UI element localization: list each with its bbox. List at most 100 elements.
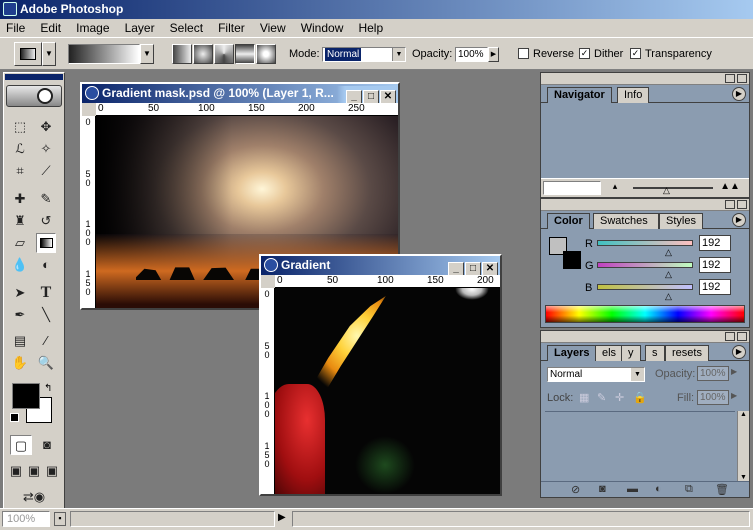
layer-opacity-input[interactable]: 100% — [697, 366, 729, 381]
reverse-checkbox[interactable] — [518, 48, 529, 59]
navigator-zoom-slider[interactable] — [633, 187, 713, 189]
panel-menu-button[interactable]: ▶ — [732, 87, 746, 101]
tool-preset-dropdown[interactable]: ▼ — [42, 42, 56, 66]
diamond-gradient-button[interactable] — [256, 44, 276, 64]
marquee-tool-icon[interactable]: ⬚ — [10, 117, 30, 137]
minimize-button[interactable]: _ — [448, 262, 464, 275]
color-panel-background-swatch[interactable] — [563, 251, 581, 269]
channel-b-thumb-icon[interactable]: △ — [665, 292, 672, 301]
adjustment-layer-icon[interactable]: ◐ — [655, 483, 662, 495]
mode-select[interactable]: Normal ▼ — [322, 47, 406, 62]
toolbox-title-bar[interactable] — [5, 74, 63, 80]
full-screen-menu-mode-icon[interactable]: ▣ — [26, 461, 42, 481]
channel-r-thumb-icon[interactable]: △ — [665, 248, 672, 257]
panel-minimize-button[interactable] — [725, 332, 735, 341]
panel-close-button[interactable] — [737, 332, 747, 341]
blend-mode-select[interactable]: Normal ▼ — [547, 367, 645, 382]
opacity-input[interactable]: 100% — [455, 47, 488, 62]
layers-scrollbar[interactable]: ▲ ▼ — [737, 411, 749, 481]
type-tool-icon[interactable]: T — [36, 283, 56, 303]
menu-view[interactable]: View — [254, 19, 292, 37]
tab-color[interactable]: Color — [547, 213, 590, 229]
tab-history[interactable]: s — [645, 345, 665, 361]
adobe-online-icon[interactable] — [6, 85, 62, 107]
minimize-button[interactable]: _ — [346, 90, 362, 103]
crop-tool-icon[interactable]: ⌗ — [10, 161, 30, 181]
panel-close-button[interactable] — [737, 200, 747, 209]
quick-mask-mode-icon[interactable]: ◙ — [36, 435, 58, 455]
zoom-out-icon[interactable]: ▴ — [605, 181, 625, 195]
tab-swatches[interactable]: Swatches — [593, 213, 659, 229]
jump-to-imageready-icon[interactable]: ⇄◉ — [10, 487, 58, 507]
tab-navigator[interactable]: Navigator — [547, 87, 612, 103]
opacity-arrow-icon[interactable]: ▶ — [731, 367, 737, 376]
panel-title-bar[interactable] — [541, 73, 749, 85]
dodge-tool-icon[interactable]: ◐ — [36, 255, 56, 275]
clone-stamp-tool-icon[interactable]: ♜ — [10, 211, 30, 231]
standard-mode-icon[interactable]: ▢ — [10, 435, 32, 455]
magic-wand-tool-icon[interactable]: ✧ — [36, 139, 56, 159]
opacity-slider-arrow[interactable]: ▶ — [488, 47, 499, 62]
transparency-checkbox[interactable]: ✓ — [630, 48, 641, 59]
document-title-bar[interactable]: Gradient mask.psd @ 100% (Layer 1, R... … — [82, 84, 398, 103]
menu-window[interactable]: Window — [295, 19, 350, 37]
maximize-button[interactable]: □ — [465, 262, 481, 275]
channel-r-slider[interactable] — [597, 240, 693, 246]
healing-brush-tool-icon[interactable]: ✚ — [10, 189, 30, 209]
tab-layers[interactable]: Layers — [547, 345, 597, 361]
tab-tool-presets[interactable]: resets — [665, 345, 709, 361]
default-colors-icon[interactable] — [10, 413, 19, 422]
brush-tool-icon[interactable]: ✎ — [36, 189, 56, 209]
move-tool-icon[interactable]: ✥ — [36, 117, 56, 137]
tab-channels[interactable]: els — [595, 345, 624, 361]
pen-tool-icon[interactable]: ✒ — [10, 305, 30, 325]
standard-screen-mode-icon[interactable]: ▣ — [8, 461, 24, 481]
document-window-gradient[interactable]: Gradient _ □ ✕ 0 50 100 150 200 0 5 0 1 0 … — [259, 254, 502, 496]
panel-minimize-button[interactable] — [725, 74, 735, 83]
status-icon[interactable]: ▪ — [54, 512, 66, 526]
trash-icon[interactable]: 🗑 — [715, 483, 729, 496]
foreground-color-swatch[interactable] — [12, 383, 40, 409]
panel-title-bar[interactable] — [541, 331, 749, 343]
close-button[interactable]: ✕ — [380, 90, 396, 103]
lock-all-icon[interactable]: 🔒 — [633, 391, 647, 404]
lock-transparent-icon[interactable]: ▦ — [579, 391, 589, 404]
panel-minimize-button[interactable] — [725, 200, 735, 209]
slider-thumb-icon[interactable]: △ — [663, 185, 670, 196]
fill-arrow-icon[interactable]: ▶ — [731, 391, 737, 400]
menu-image[interactable]: Image — [70, 19, 115, 37]
channel-g-input[interactable]: 192 — [699, 257, 731, 273]
document-title-bar[interactable]: Gradient _ □ ✕ — [261, 256, 500, 275]
reflected-gradient-button[interactable] — [235, 44, 255, 64]
menu-help[interactable]: Help — [352, 19, 389, 37]
tab-info[interactable]: Info — [617, 87, 650, 103]
channel-b-slider[interactable] — [597, 284, 693, 290]
lock-image-icon[interactable]: ✎ — [597, 391, 606, 404]
path-selection-tool-icon[interactable]: ➤ — [10, 283, 30, 303]
eyedropper-tool-icon[interactable]: ⁄ — [36, 331, 56, 351]
menu-layer[interactable]: Layer — [119, 19, 161, 37]
layer-style-icon[interactable]: ⊘ — [571, 483, 580, 496]
channel-r-input[interactable]: 192 — [699, 235, 731, 251]
swap-colors-icon[interactable]: ↰ — [44, 383, 52, 394]
channel-g-slider[interactable] — [597, 262, 693, 268]
notes-tool-icon[interactable]: ▤ — [10, 331, 30, 351]
history-brush-tool-icon[interactable]: ↺ — [36, 211, 56, 231]
new-layer-icon[interactable]: ⧉ — [685, 483, 693, 496]
tab-styles[interactable]: Styles — [659, 213, 703, 229]
gradient-tool-icon[interactable] — [36, 233, 56, 253]
slice-tool-icon[interactable]: ⟋ — [36, 161, 56, 181]
close-button[interactable]: ✕ — [482, 262, 498, 275]
panel-menu-button[interactable]: ▶ — [732, 213, 746, 227]
fill-input[interactable]: 100% — [697, 390, 729, 405]
layers-list[interactable] — [545, 411, 735, 481]
status-menu-arrow-icon[interactable]: ▶ — [278, 512, 286, 523]
radial-gradient-button[interactable] — [193, 44, 213, 64]
navigator-zoom-input[interactable] — [543, 181, 601, 195]
menu-select[interactable]: Select — [164, 19, 209, 37]
menu-filter[interactable]: Filter — [212, 19, 251, 37]
dither-checkbox[interactable]: ✓ — [579, 48, 590, 59]
panel-title-bar[interactable] — [541, 199, 749, 211]
add-mask-icon[interactable]: ◙ — [599, 483, 606, 495]
panel-menu-button[interactable]: ▶ — [732, 345, 746, 359]
